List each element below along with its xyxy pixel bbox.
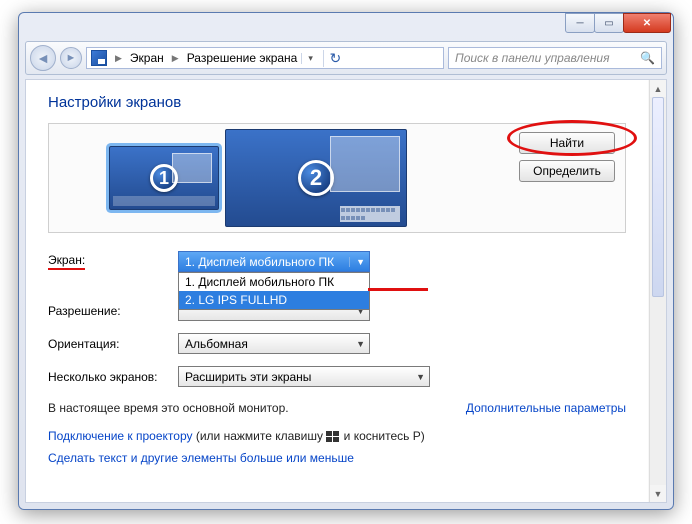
forward-button[interactable]: ► (60, 47, 82, 69)
window: ─ ▭ ✕ ◄ ► ▶ Экран ▶ Разрешение экрана ▾ … (18, 12, 674, 510)
close-button[interactable]: ✕ (623, 13, 671, 33)
chevron-right-icon: ▶ (111, 53, 126, 64)
advanced-link[interactable]: Дополнительные параметры (466, 401, 626, 415)
display-row: Экран: 1. Дисплей мобильного ПК ▼ 1. Дис… (48, 251, 626, 272)
titlebar: ─ ▭ ✕ (19, 13, 673, 41)
orientation-combo[interactable]: Альбомная ▼ (178, 333, 370, 354)
annotation-underline (368, 288, 428, 291)
windows-key-icon (326, 431, 340, 443)
refresh-button[interactable]: ↻ (323, 50, 347, 67)
breadcrumb-item[interactable]: Разрешение экрана (187, 51, 298, 65)
resolution-label: Разрешение: (48, 304, 178, 318)
projector-line: Подключение к проектору (или нажмите кла… (48, 429, 626, 443)
display-icon (91, 50, 107, 66)
projector-link[interactable]: Подключение к проектору (48, 429, 193, 443)
taskbar-thumb (340, 206, 400, 222)
display-combo[interactable]: 1. Дисплей мобильного ПК ▼ (178, 251, 370, 272)
monitor-arrange-box: 1 2 Найти Определить (48, 123, 626, 233)
dropdown-icon: ▼ (410, 372, 425, 382)
content: Настройки экранов 1 2 Найти (26, 80, 648, 502)
maximize-button[interactable]: ▭ (594, 13, 624, 33)
nav-bar: ◄ ► ▶ Экран ▶ Разрешение экрана ▾ ↻ Поис… (25, 41, 667, 75)
address-drop-icon[interactable]: ▾ (301, 53, 319, 64)
dropdown-icon: ▼ (350, 339, 365, 349)
window-thumb (172, 153, 212, 183)
multi-combo-value: Расширить эти экраны (185, 370, 311, 384)
breadcrumb-item[interactable]: Экран (130, 51, 164, 65)
back-button[interactable]: ◄ (30, 45, 56, 71)
scroll-down-icon[interactable]: ▼ (650, 485, 666, 502)
primary-note-row: В настоящее время это основной монитор. … (48, 401, 626, 415)
identify-button[interactable]: Определить (519, 160, 615, 182)
multi-label: Несколько экранов: (48, 370, 178, 384)
taskbar-thumb (113, 196, 215, 206)
display-dropdown: 1. Дисплей мобильного ПК 2. LG IPS FULLH… (178, 272, 370, 310)
scrollbar[interactable]: ▲ ▼ (649, 80, 666, 502)
page-title: Настройки экранов (48, 94, 626, 111)
content-frame: ▲ ▼ Настройки экранов 1 2 (25, 79, 667, 503)
address-bar[interactable]: ▶ Экран ▶ Разрешение экрана ▾ ↻ (86, 47, 444, 69)
monitor-2[interactable]: 2 (225, 129, 407, 227)
chevron-right-icon: ▶ (168, 53, 183, 64)
orientation-row: Ориентация: Альбомная ▼ (48, 333, 626, 354)
search-placeholder: Поиск в панели управления (455, 51, 610, 65)
search-icon[interactable]: 🔍 (640, 51, 655, 65)
monitor-1[interactable]: 1 (109, 146, 219, 210)
find-button[interactable]: Найти (519, 132, 615, 154)
orientation-combo-value: Альбомная (185, 337, 248, 351)
dropdown-icon: ▼ (349, 257, 365, 267)
scroll-up-icon[interactable]: ▲ (650, 80, 666, 97)
display-label: Экран: (48, 253, 178, 270)
orientation-label: Ориентация: (48, 337, 178, 351)
multi-row: Несколько экранов: Расширить эти экраны … (48, 366, 626, 387)
window-thumb (330, 136, 400, 192)
scroll-thumb[interactable] (652, 97, 664, 297)
display-option-2[interactable]: 2. LG IPS FULLHD (179, 291, 369, 309)
monitor-number: 2 (298, 160, 334, 196)
display-combo-value: 1. Дисплей мобильного ПК (185, 255, 334, 269)
text-size-link[interactable]: Сделать текст и другие элементы больше и… (48, 451, 626, 465)
primary-monitor-note: В настоящее время это основной монитор. (48, 401, 289, 415)
minimize-button[interactable]: ─ (565, 13, 595, 33)
display-option-1[interactable]: 1. Дисплей мобильного ПК (179, 273, 369, 291)
projector-hint-post: и коснитесь P) (340, 429, 424, 443)
search-input[interactable]: Поиск в панели управления 🔍 (448, 47, 662, 69)
projector-hint-pre: (или нажмите клавишу (193, 429, 327, 443)
multi-combo[interactable]: Расширить эти экраны ▼ (178, 366, 430, 387)
